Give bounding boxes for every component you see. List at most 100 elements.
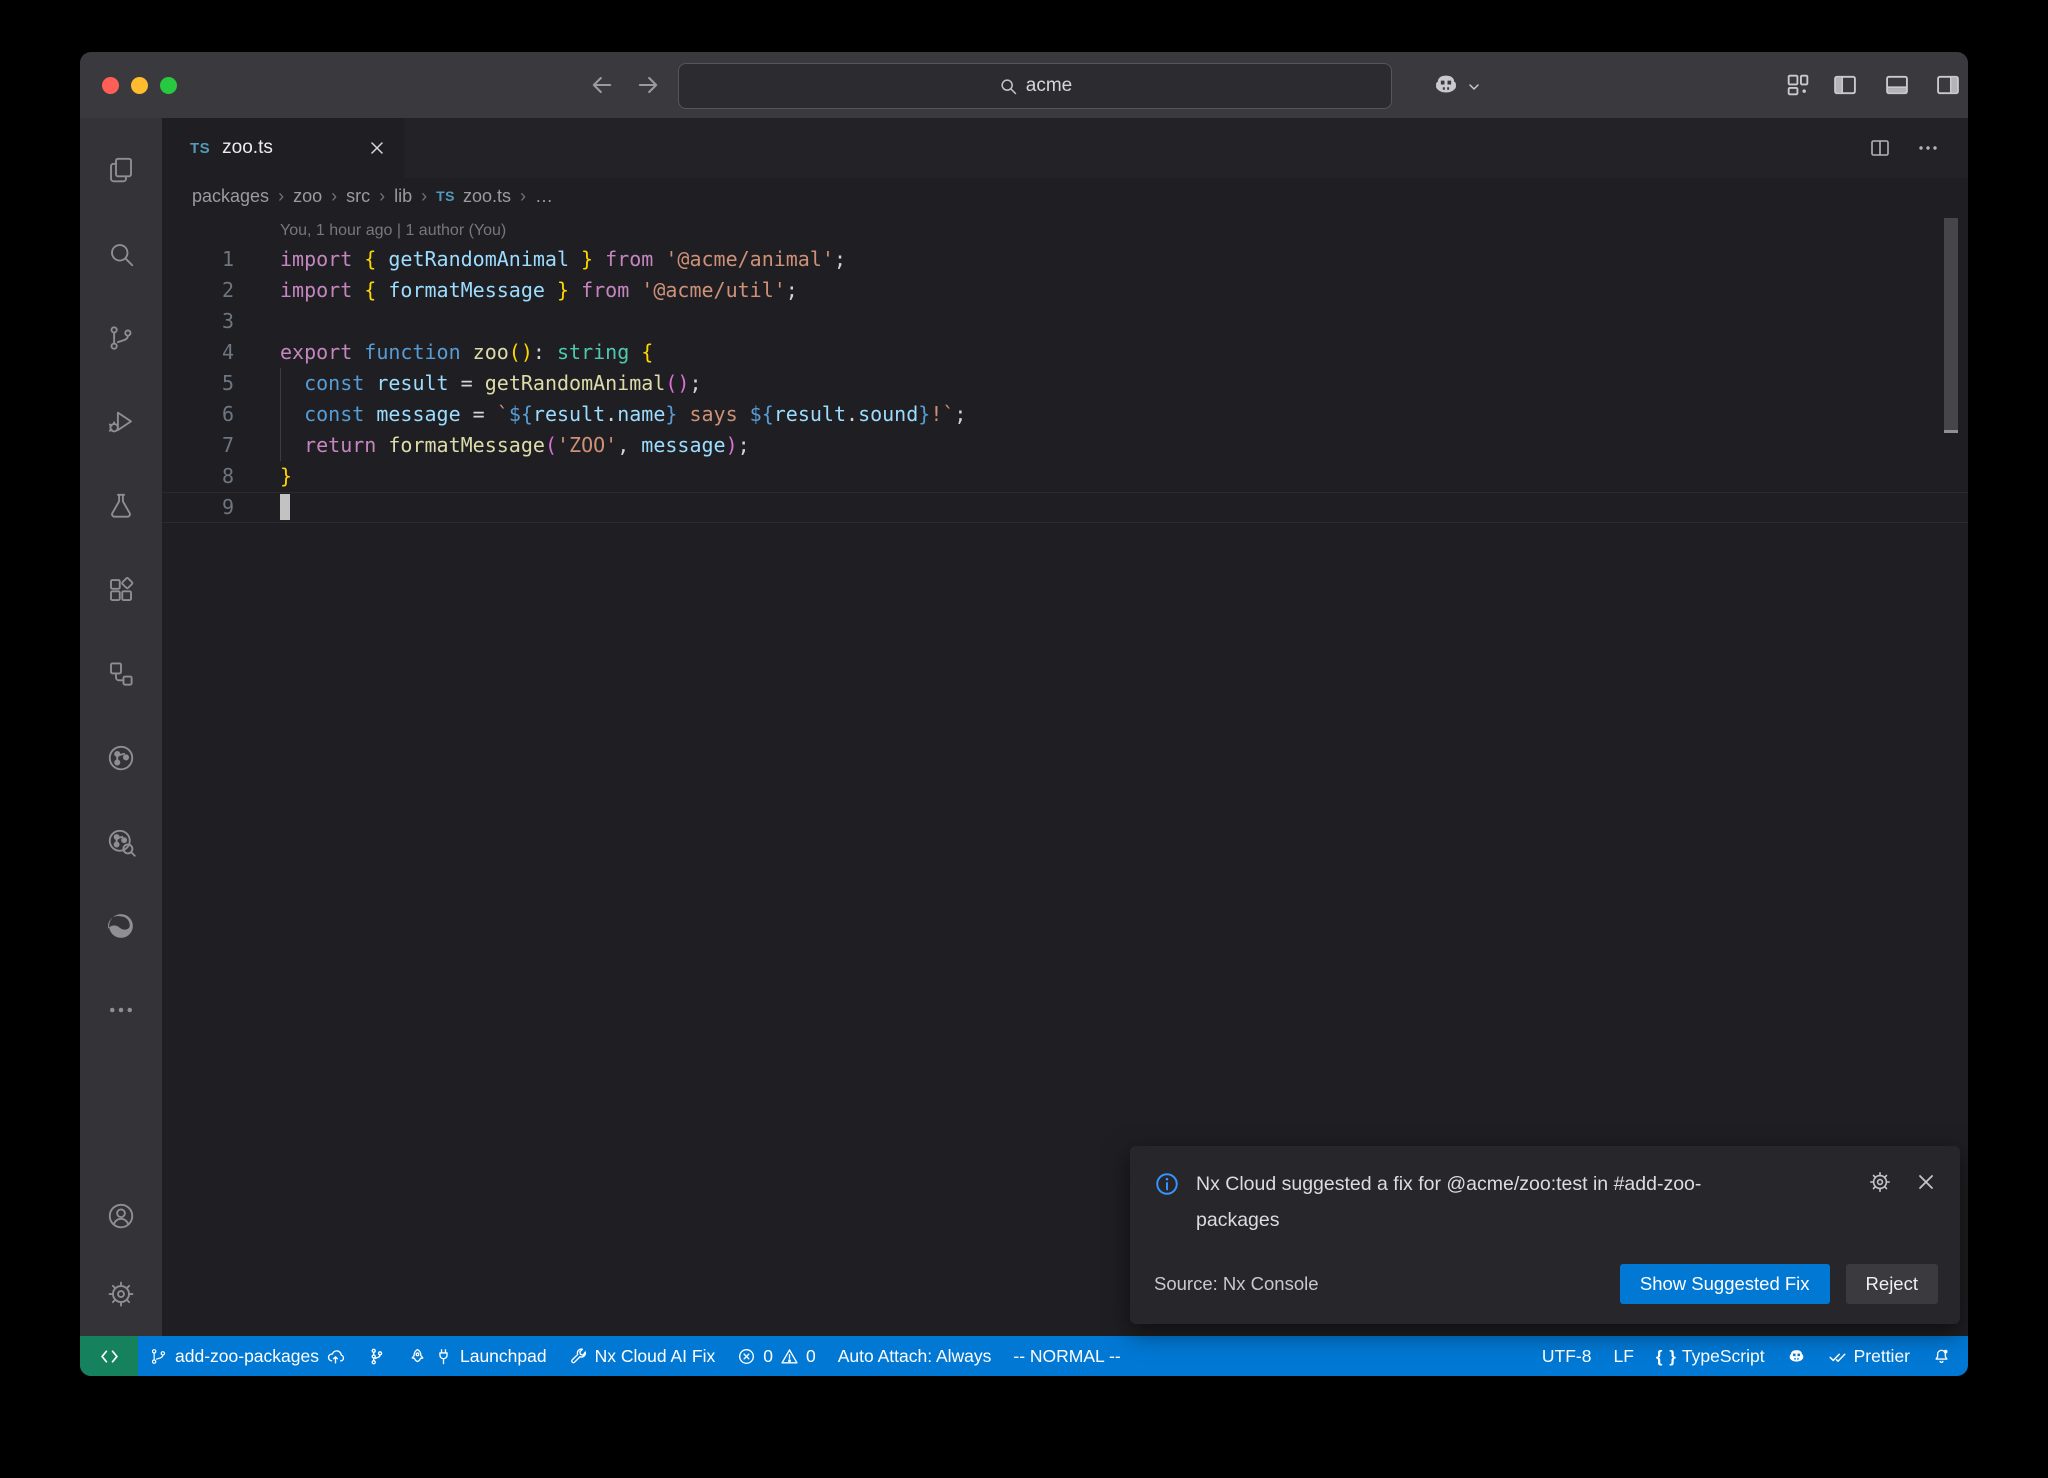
breadcrumb-item[interactable]: src — [346, 186, 370, 207]
blame-annotation: You, 1 hour ago | 1 author (You) — [162, 218, 1968, 244]
info-icon — [1154, 1171, 1180, 1197]
activity-item-testing[interactable] — [105, 490, 137, 522]
remote-icon — [99, 1346, 120, 1367]
status-bar-left: add-zoo-packages LaunchpadNx Cloud AI Fix… — [80, 1336, 1132, 1376]
status-commit-graph[interactable] — [356, 1336, 397, 1376]
chevron-separator: › — [520, 186, 526, 207]
line-number: 8 — [162, 461, 234, 492]
show-suggested-fix-button[interactable]: Show Suggested Fix — [1620, 1264, 1830, 1304]
code-line[interactable]: 5 const result = getRandomAnimal(); — [162, 368, 1968, 399]
split-editor-icon[interactable] — [1868, 136, 1892, 160]
activity-item-nx-cloud[interactable] — [105, 826, 137, 858]
breadcrumb-item[interactable]: lib — [394, 186, 412, 207]
status-vim-mode[interactable]: -- NORMAL -- — [1002, 1336, 1131, 1376]
close-window-button[interactable] — [102, 77, 119, 94]
text-cursor — [280, 494, 290, 520]
breadcrumb-file[interactable]: TSzoo.ts — [436, 186, 511, 207]
status-eol[interactable]: LF — [1602, 1336, 1644, 1376]
typescript-file-icon: TS — [436, 188, 455, 204]
activity-item-run-debug[interactable] — [105, 406, 137, 438]
commit-graph-icon — [367, 1347, 386, 1366]
line-number: 3 — [162, 306, 234, 337]
scrollbar-thumb[interactable] — [1944, 218, 1958, 430]
search-icon — [998, 76, 1018, 96]
toggle-secondary-sidebar-icon[interactable] — [1934, 71, 1962, 99]
code-line[interactable]: 2import { formatMessage } from '@acme/ut… — [162, 275, 1968, 306]
line-number: 5 — [162, 368, 234, 399]
status-bar-right: UTF-8LF{ }TypeScript Prettier — [1531, 1336, 1968, 1376]
chevron-separator: › — [379, 186, 385, 207]
activity-item-nx-graph[interactable] — [105, 742, 137, 774]
status-auto-attach[interactable]: Auto Attach: Always — [827, 1336, 1003, 1376]
status-encoding[interactable]: UTF-8 — [1531, 1336, 1603, 1376]
close-notification-icon[interactable] — [1914, 1170, 1938, 1194]
activity-item-account[interactable] — [105, 1200, 137, 1232]
close-tab-icon[interactable] — [367, 138, 387, 158]
chevron-separator: › — [331, 186, 337, 207]
nx-cloud-icon — [106, 827, 136, 857]
screen: { "colors": { "status_bar": "#0078d4", "… — [0, 0, 2048, 1478]
extensions-icon — [106, 575, 136, 605]
activity-item-extensions[interactable] — [105, 574, 137, 606]
activity-item-search[interactable] — [105, 238, 137, 270]
forward-arrow-icon[interactable] — [634, 71, 662, 99]
references-icon — [106, 659, 136, 689]
line-number: 6 — [162, 399, 234, 430]
breadcrumb-item[interactable]: packages — [192, 186, 269, 207]
status-problems[interactable]: 00 — [726, 1336, 826, 1376]
breadcrumb-item[interactable]: zoo — [293, 186, 322, 207]
plug-icon — [434, 1347, 453, 1366]
wrench-icon — [569, 1347, 588, 1366]
code-line[interactable]: 6 const message = `${result.name} says $… — [162, 399, 1968, 430]
status-language[interactable]: { }TypeScript — [1645, 1336, 1776, 1376]
activity-item-source-control[interactable] — [105, 322, 137, 354]
code-line[interactable]: 7 return formatMessage('ZOO', message); — [162, 430, 1968, 461]
line-number: 9 — [162, 492, 234, 523]
activity-item-files[interactable] — [105, 154, 137, 186]
code-line[interactable]: 4export function zoo(): string { — [162, 337, 1968, 368]
breadcrumbs: packages›zoo›src›lib›TSzoo.ts›… — [162, 178, 1968, 214]
more-icon — [106, 995, 136, 1025]
notification-message: Nx Cloud suggested a fix for @acme/zoo:t… — [1196, 1166, 1784, 1238]
code-line[interactable]: 1import { getRandomAnimal } from '@acme/… — [162, 244, 1968, 275]
reject-button[interactable]: Reject — [1846, 1264, 1938, 1304]
tab-zoo-ts[interactable]: TS zoo.ts — [162, 118, 405, 178]
more-actions-icon[interactable] — [1916, 136, 1940, 160]
edge-icon — [106, 911, 136, 941]
activity-item-settings-gear[interactable] — [105, 1278, 137, 1310]
scrollbar-cursor-marker — [1944, 430, 1958, 433]
activity-item-references[interactable] — [105, 658, 137, 690]
status-prettier[interactable]: Prettier — [1817, 1336, 1921, 1376]
line-number: 4 — [162, 337, 234, 368]
activity-bar — [80, 118, 162, 1336]
customize-layout-icon[interactable] — [1784, 71, 1812, 99]
nx-graph-icon — [106, 743, 136, 773]
activity-item-edge[interactable] — [105, 910, 137, 942]
minimize-window-button[interactable] — [131, 77, 148, 94]
status-remote[interactable] — [80, 1336, 138, 1376]
toggle-primary-sidebar-icon[interactable] — [1831, 71, 1859, 99]
copilot-menu-icon[interactable] — [1432, 71, 1460, 99]
status-launchpad[interactable]: Launchpad — [397, 1336, 558, 1376]
status-notifications[interactable] — [1921, 1336, 1962, 1376]
status-nx-cloud-ai-fix[interactable]: Nx Cloud AI Fix — [558, 1336, 727, 1376]
code-lines: 1import { getRandomAnimal } from '@acme/… — [162, 244, 1968, 523]
status-git-branch[interactable]: add-zoo-packages — [138, 1336, 356, 1376]
settings-gear-icon — [106, 1279, 136, 1309]
maximize-window-button[interactable] — [160, 77, 177, 94]
chevron-down-icon — [1466, 79, 1482, 95]
breadcrumb-symbol-more[interactable]: … — [535, 186, 553, 207]
files-icon — [106, 155, 136, 185]
notification-toast: Nx Cloud suggested a fix for @acme/zoo:t… — [1130, 1146, 1960, 1324]
activity-item-more[interactable] — [105, 994, 137, 1026]
command-center-search[interactable]: acme — [678, 63, 1392, 109]
back-arrow-icon[interactable] — [588, 71, 616, 99]
code-line[interactable]: 9 — [162, 492, 1968, 523]
toggle-panel-icon[interactable] — [1883, 71, 1911, 99]
status-copilot[interactable] — [1776, 1336, 1817, 1376]
code-line[interactable]: 8} — [162, 461, 1968, 492]
code-line[interactable]: 3 — [162, 306, 1968, 337]
notification-settings-gear-icon[interactable] — [1868, 1170, 1892, 1194]
chevron-separator: › — [278, 186, 284, 207]
run-debug-icon — [106, 407, 136, 437]
